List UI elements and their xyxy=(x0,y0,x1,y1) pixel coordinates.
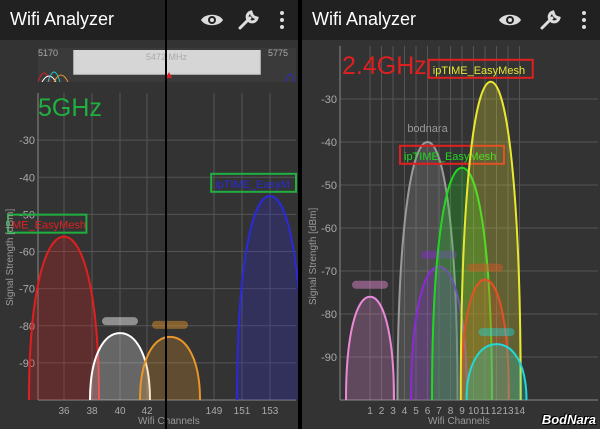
right-screenshot: Wifi Analyzer -30 -40 -50 -60 -70 -80 -90 1 2 3 4 5… xyxy=(302,0,600,429)
x-tick-label: 4 xyxy=(402,406,408,417)
x-tick-label: 149 xyxy=(206,406,223,417)
y-tick-label: -80 xyxy=(321,309,337,321)
x-tick-label: 14 xyxy=(514,406,526,417)
channel-cursor-line[interactable] xyxy=(165,0,167,429)
signal-curve[interactable] xyxy=(345,295,395,401)
x-tick-label: 5 xyxy=(413,406,419,417)
network-ssid-label: ipTIME_EasyMesh xyxy=(433,65,525,77)
y-tick-label: -90 xyxy=(321,352,337,364)
signal-curve[interactable] xyxy=(139,335,201,401)
x-tick-label: 38 xyxy=(86,406,98,417)
y-tick-label: -30 xyxy=(321,94,337,106)
x-tick-label: 13 xyxy=(502,406,514,417)
x-axis-label: Wifi Channels xyxy=(138,416,200,427)
y-tick-label: -70 xyxy=(321,266,337,278)
y-tick-label: -60 xyxy=(19,247,35,259)
left-screenshot: Wifi Analyzer 5170 5472 MHz 5775 -30 -40-… xyxy=(0,0,298,429)
blurred-ssid-label xyxy=(478,328,515,337)
network-ssid-label: ME_EasyMesh xyxy=(12,220,86,232)
network-ssid-label: bodnara xyxy=(407,123,448,135)
x-tick-label: 40 xyxy=(114,406,126,417)
network-ssid-label: ipTIME_EasyM xyxy=(215,179,290,191)
blurred-ssid-label xyxy=(152,320,188,329)
x-tick-label: 36 xyxy=(58,406,70,417)
blurred-ssid-label xyxy=(352,280,388,289)
blurred-ssid-label xyxy=(102,317,138,326)
x-tick-label: 1 xyxy=(367,406,373,417)
y-tick-label: -70 xyxy=(19,284,35,296)
x-tick-label: 151 xyxy=(234,406,251,417)
x-axis-label: Wifi Channels xyxy=(428,416,490,427)
signal-chart-5ghz: -30-40-50-60-70-80-9036 38 40 42 149 151 153ME… xyxy=(7,93,298,417)
x-tick-label: 12 xyxy=(491,406,503,417)
y-tick-label: -50 xyxy=(321,180,337,192)
y-tick-label: -30 xyxy=(19,135,35,147)
x-tick-label: 3 xyxy=(390,406,396,417)
watermark-logo: BodNara xyxy=(541,412,596,427)
y-axis-label: Signal Strength [dBm] xyxy=(5,208,16,306)
y-tick-label: -40 xyxy=(19,172,35,184)
signal-curve[interactable] xyxy=(236,194,298,401)
x-tick-label: 2 xyxy=(379,406,385,417)
band-label: 2.4GHz xyxy=(342,52,427,80)
y-tick-label: -60 xyxy=(321,223,337,235)
band-label: 5GHz xyxy=(38,94,102,122)
x-tick-label: 153 xyxy=(262,406,279,417)
signal-curve[interactable] xyxy=(28,235,100,401)
y-axis-label: Signal Strength [dBm] xyxy=(308,207,319,305)
y-tick-label: -40 xyxy=(321,137,337,149)
